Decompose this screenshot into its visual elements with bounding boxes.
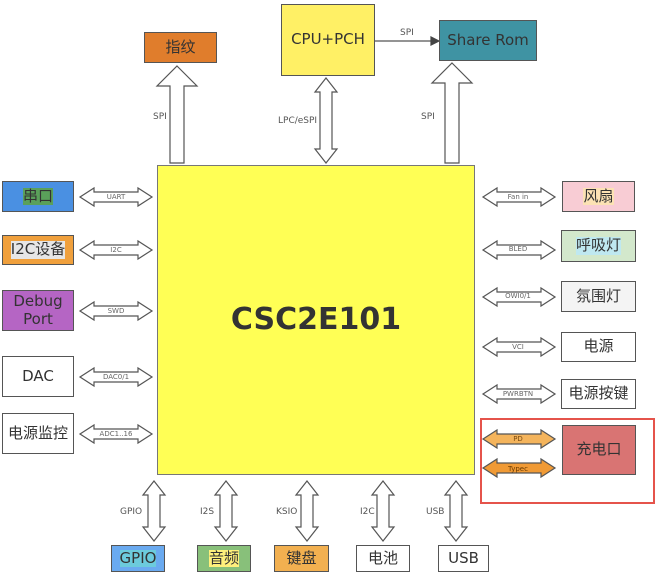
right-block-label: 呼吸灯 <box>575 236 621 255</box>
right-block-breathing-light: 呼吸灯 <box>561 230 636 262</box>
left-block-power-monitor: 电源监控 <box>2 413 74 454</box>
cpu-pch-label: CPU+PCH <box>291 30 365 49</box>
right-bus-label: Fan in <box>507 193 529 201</box>
left-block-i2c: I2C设备 <box>2 235 74 265</box>
bottom-bus-arrow-2 <box>294 480 320 542</box>
left-block-uart: 串口 <box>2 181 74 212</box>
chip-label: CSC2E101 <box>230 301 402 337</box>
right-block-power-button: 电源按键 <box>561 379 636 409</box>
right-block-label: 电源 <box>583 337 614 356</box>
left-block-label: 电源监控 <box>7 423 68 442</box>
cpu-to-rom-arrowhead <box>430 36 441 46</box>
bottom-bus-arrow-0 <box>141 480 167 542</box>
rom-bus-label: SPI <box>421 112 435 122</box>
cpu-lpc-espi-arrow <box>313 77 339 164</box>
bottom-block-label: 音频 <box>208 548 239 568</box>
chip-csc2e101: CSC2E101 <box>157 165 475 475</box>
right-block-fan: 风扇 <box>562 181 635 212</box>
right-bus-label: PWRBTN <box>502 390 534 398</box>
bottom-block-label: GPIO <box>119 548 157 568</box>
charge-bus-label-typec: Typec <box>508 465 528 473</box>
charging-port-label: 充电口 <box>576 440 622 459</box>
left-bus-label: DAC0/1 <box>102 373 130 381</box>
left-bus-label: I2C <box>110 246 122 254</box>
bottom-bus-label: KSIO <box>276 507 298 517</box>
bottom-block-gpio: GPIO <box>111 545 165 572</box>
left-bus-label: SWD <box>107 307 125 315</box>
right-bus-label: VCI <box>512 343 524 351</box>
cpu-bus-label: LPC/eSPI <box>278 116 318 126</box>
fingerprint-label: 指纹 <box>165 37 196 56</box>
bottom-bus-label: I2S <box>200 507 215 517</box>
charge-bus-label-pd: PD <box>513 435 523 443</box>
cpu-rom-bus-label: SPI <box>400 28 414 38</box>
bottom-bus-arrow-4 <box>443 480 469 542</box>
right-block-label: 电源按键 <box>568 384 629 403</box>
right-block-label: 风扇 <box>583 186 614 206</box>
left-block-label: I2C设备 <box>10 240 66 259</box>
right-bus-label: OWI0/1 <box>505 292 531 300</box>
bottom-block-label: 电池 <box>367 548 398 567</box>
left-block-label: DAC <box>22 366 54 385</box>
bottom-bus-label: GPIO <box>120 507 143 517</box>
fingerprint-bus-label: SPI <box>153 112 167 122</box>
bottom-bus-arrow-1 <box>213 480 239 542</box>
share-rom-block: Share Rom <box>439 20 537 61</box>
left-block-dac: DAC <box>2 356 74 397</box>
right-block-power: 电源 <box>561 332 636 362</box>
left-bus-label: UART <box>106 193 126 201</box>
bottom-bus-label: USB <box>426 507 445 517</box>
bottom-block-audio: 音频 <box>197 545 251 572</box>
bottom-bus-arrow-3 <box>370 480 396 542</box>
bottom-block-battery: 电池 <box>356 545 410 572</box>
share-rom-label: Share Rom <box>447 30 529 49</box>
left-block-debug-port: Debug Port <box>2 290 74 331</box>
cpu-pch-block: CPU+PCH <box>281 4 375 76</box>
left-block-label: Debug Port <box>13 292 63 328</box>
left-block-label: 串口 <box>22 186 53 206</box>
bottom-block-label: 键盘 <box>286 548 317 567</box>
bottom-block-label: USB <box>448 548 479 567</box>
right-block-label: 氛围灯 <box>575 286 621 305</box>
bottom-block-usb: USB <box>438 545 489 572</box>
left-bus-label: ADC1..16 <box>99 430 133 438</box>
right-block-ambient-light: 氛围灯 <box>561 281 636 312</box>
fingerprint-block: 指纹 <box>144 32 217 63</box>
right-bus-label: BLED <box>508 245 528 253</box>
charging-port-block: 充电口 <box>562 425 636 475</box>
bottom-bus-label: I2C <box>360 507 375 517</box>
share-rom-spi-arrow <box>430 62 474 164</box>
bottom-block-keyboard: 键盘 <box>274 545 329 572</box>
